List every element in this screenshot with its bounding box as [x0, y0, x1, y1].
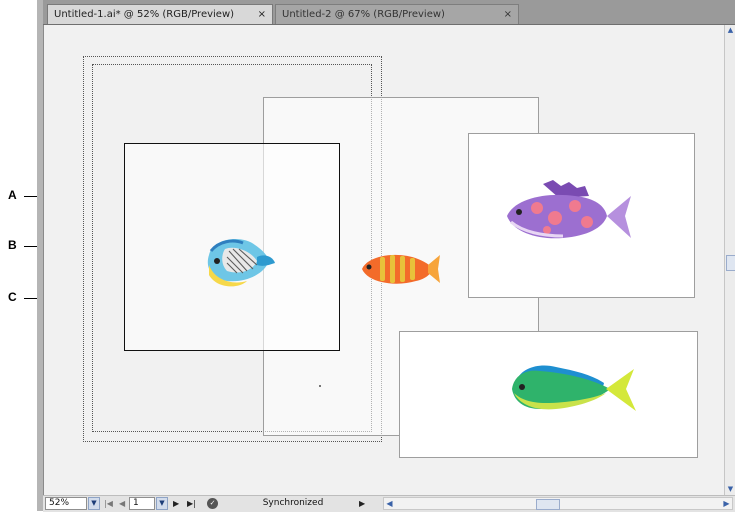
status-bar: 52% ▼ |◀ ◀ 1 ▼ ▶ ▶| ✓ Synchronized ▶ ◀ ▶ — [43, 495, 735, 512]
checkmark-icon: ✓ — [207, 498, 218, 509]
mahi-mahi-fish-image — [512, 365, 636, 411]
scroll-thumb-horizontal[interactable] — [536, 499, 560, 510]
orange-striped-fish-image — [362, 254, 440, 284]
zoom-dropdown-icon[interactable]: ▼ — [88, 497, 100, 510]
document-tab-bar: Untitled-1.ai* @ 52% (RGB/Preview) × Unt… — [43, 0, 735, 25]
next-page-icon[interactable]: ▶ — [173, 497, 179, 510]
horizontal-scrollbar[interactable]: ◀ ▶ — [383, 497, 733, 510]
origin-point — [319, 385, 321, 387]
tab-title: Untitled-1.ai* @ 52% (RGB/Preview) — [54, 9, 235, 20]
close-icon[interactable]: × — [258, 5, 266, 25]
callout-b-label: B — [8, 238, 17, 252]
status-menu-icon[interactable]: ▶ — [359, 497, 365, 510]
first-page-icon[interactable]: |◀ — [104, 497, 113, 510]
callout-c-label: C — [8, 290, 17, 304]
status-text[interactable]: Synchronized — [233, 497, 353, 510]
scroll-up-icon[interactable]: ▲ — [725, 25, 735, 36]
window-left-edge — [37, 0, 44, 511]
tab-title: Untitled-2 @ 67% (RGB/Preview) — [282, 9, 445, 20]
scroll-thumb-vertical[interactable] — [726, 255, 735, 271]
scroll-right-icon[interactable]: ▶ — [721, 498, 732, 509]
close-icon[interactable]: × — [504, 5, 512, 25]
page-number-input[interactable]: 1 — [129, 497, 155, 510]
document-canvas[interactable] — [44, 25, 724, 495]
tab-untitled-2[interactable]: Untitled-2 @ 67% (RGB/Preview) × — [275, 4, 519, 24]
tab-untitled-1[interactable]: Untitled-1.ai* @ 52% (RGB/Preview) × — [47, 4, 273, 24]
zoom-input[interactable]: 52% — [45, 497, 87, 510]
scroll-left-icon[interactable]: ◀ — [384, 498, 395, 509]
purple-spotted-fish-image — [507, 180, 631, 239]
previous-page-icon[interactable]: ◀ — [119, 497, 125, 510]
page-dropdown-icon[interactable]: ▼ — [156, 497, 168, 510]
last-page-icon[interactable]: ▶| — [187, 497, 196, 510]
callout-a-label: A — [8, 188, 17, 202]
vertical-scrollbar[interactable]: ▲ ▼ — [724, 25, 735, 495]
scroll-down-icon[interactable]: ▼ — [725, 484, 735, 495]
butterfly-fish-image — [207, 239, 275, 287]
